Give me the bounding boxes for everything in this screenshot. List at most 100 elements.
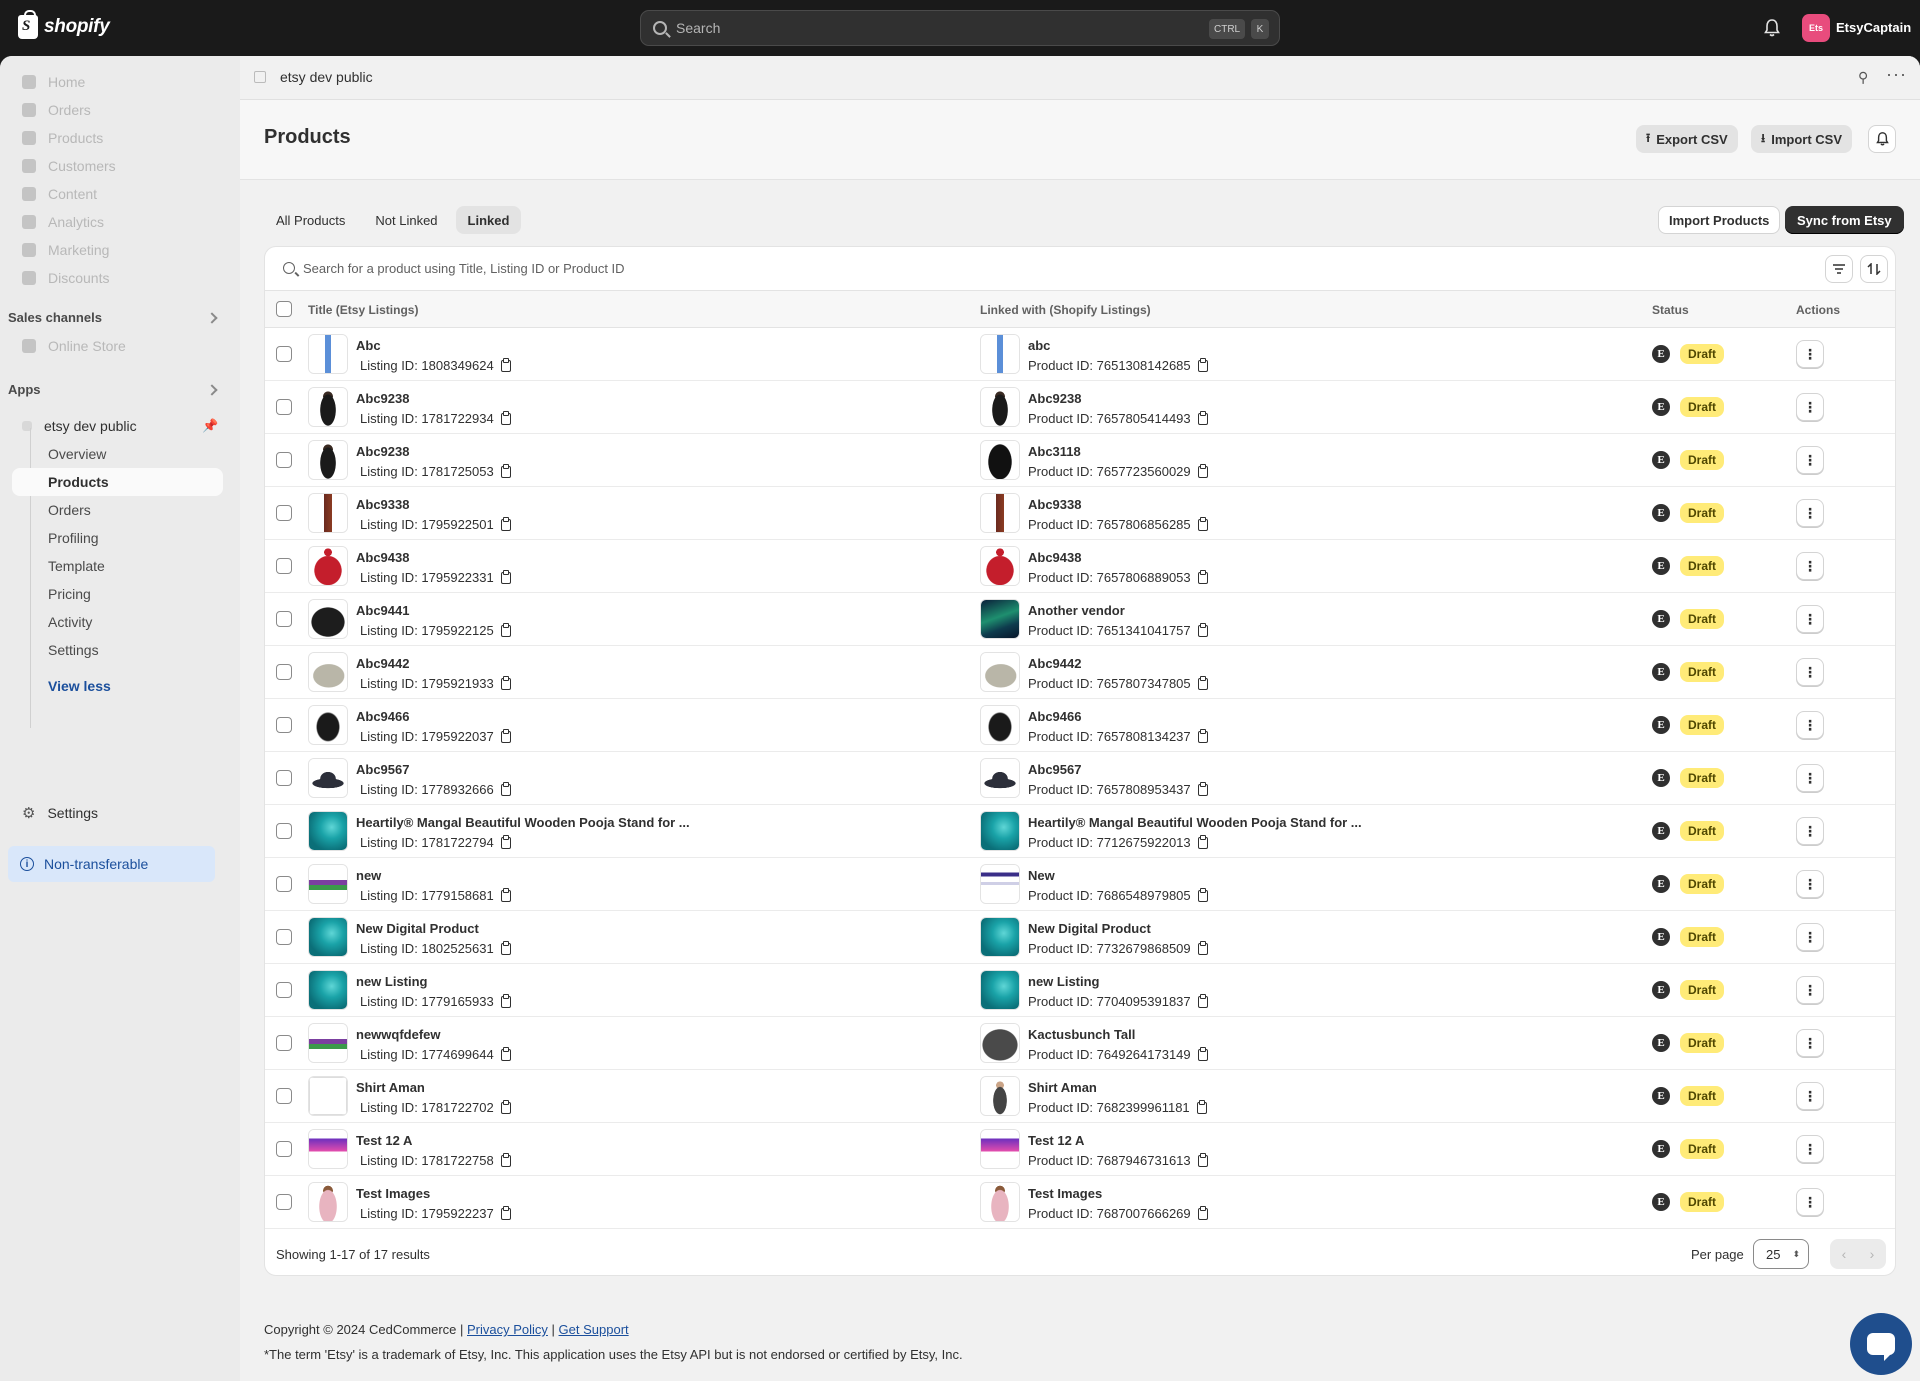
select-all-checkbox[interactable]	[276, 301, 292, 317]
copy-icon[interactable]	[500, 835, 511, 849]
copy-icon[interactable]	[500, 782, 511, 796]
shopify-product-title[interactable]: Abc9438	[1028, 550, 1081, 565]
copy-icon[interactable]	[500, 358, 511, 372]
copy-icon[interactable]	[500, 1047, 511, 1061]
etsy-listing-title[interactable]: Abc9567	[356, 762, 409, 777]
row-actions-button[interactable]: ⋮	[1796, 923, 1824, 951]
copy-icon[interactable]	[1197, 411, 1208, 425]
shopify-product-title[interactable]: Kactusbunch Tall	[1028, 1027, 1135, 1042]
notification-button[interactable]	[1868, 125, 1896, 153]
table-row[interactable]: Abc9438 Listing ID: 1795922331 Abc9438 P…	[265, 540, 1895, 593]
table-row[interactable]: Abc9442 Listing ID: 1795921933 Abc9442 P…	[265, 646, 1895, 699]
chevron-right-icon[interactable]	[206, 384, 218, 396]
shopify-product-title[interactable]: Abc3118	[1028, 444, 1081, 459]
copy-icon[interactable]	[1197, 623, 1208, 637]
sidebar-app-item-profiling[interactable]: Profiling	[48, 530, 99, 546]
row-checkbox[interactable]	[276, 1141, 292, 1157]
table-row[interactable]: new Listing Listing ID: 1779165933 new L…	[265, 964, 1895, 1017]
row-checkbox[interactable]	[276, 611, 292, 627]
tab-all-products[interactable]: All Products	[264, 206, 357, 234]
per-page-select[interactable]: 25 ⬍	[1753, 1239, 1809, 1269]
row-actions-button[interactable]: ⋮	[1796, 976, 1824, 1004]
table-search-input[interactable]: Search for a product using Title, Listin…	[303, 261, 625, 276]
row-actions-button[interactable]: ⋮	[1796, 817, 1824, 845]
pin-icon[interactable]: 📌	[202, 418, 218, 434]
shopify-product-title[interactable]: Heartily® Mangal Beautiful Wooden Pooja …	[1028, 815, 1362, 830]
table-row[interactable]: Abc9338 Listing ID: 1795922501 Abc9338 P…	[265, 487, 1895, 540]
etsy-listing-title[interactable]: Abc9238	[356, 444, 409, 459]
copy-icon[interactable]	[1197, 1153, 1208, 1167]
sidebar-app-item-pricing[interactable]: Pricing	[48, 586, 91, 602]
table-row[interactable]: new Listing ID: 1779158681 New Product I…	[265, 858, 1895, 911]
shopify-logo[interactable]: S shopify	[18, 10, 110, 39]
row-actions-button[interactable]: ⋮	[1796, 499, 1824, 527]
sales-channels-heading[interactable]: Sales channels	[8, 310, 102, 325]
etsy-listing-title[interactable]: new	[356, 868, 381, 883]
row-actions-button[interactable]: ⋮	[1796, 764, 1824, 792]
chat-button[interactable]	[1850, 1313, 1912, 1375]
etsy-listing-title[interactable]: Abc9438	[356, 550, 409, 565]
etsy-listing-title[interactable]: Abc9238	[356, 391, 409, 406]
column-header-title[interactable]: Title (Etsy Listings)	[308, 303, 418, 317]
table-row[interactable]: Abc9441 Listing ID: 1795922125 Another v…	[265, 593, 1895, 646]
copy-icon[interactable]	[500, 994, 511, 1008]
notifications-bell-icon[interactable]	[1764, 19, 1780, 37]
sidebar-item-products[interactable]: Products	[22, 130, 103, 146]
row-actions-button[interactable]: ⋮	[1796, 711, 1824, 739]
sidebar-app-item-orders[interactable]: Orders	[48, 502, 91, 518]
etsy-listing-title[interactable]: Heartily® Mangal Beautiful Wooden Pooja …	[356, 815, 690, 830]
row-checkbox[interactable]	[276, 876, 292, 892]
etsy-listing-title[interactable]: Abc9442	[356, 656, 409, 671]
copy-icon[interactable]	[500, 676, 511, 690]
row-checkbox[interactable]	[276, 558, 292, 574]
shopify-product-title[interactable]: Abc9442	[1028, 656, 1081, 671]
row-checkbox[interactable]	[276, 982, 292, 998]
store-avatar[interactable]: Ets	[1802, 14, 1830, 42]
pin-icon[interactable]: ⚲	[1858, 69, 1868, 86]
sidebar-item-customers[interactable]: Customers	[22, 158, 116, 174]
row-actions-button[interactable]: ⋮	[1796, 605, 1824, 633]
row-checkbox[interactable]	[276, 770, 292, 786]
copy-icon[interactable]	[500, 517, 511, 531]
shopify-product-title[interactable]: New Digital Product	[1028, 921, 1151, 936]
copy-icon[interactable]	[1197, 517, 1208, 531]
copy-icon[interactable]	[500, 729, 511, 743]
more-options-icon[interactable]: ···	[1886, 64, 1907, 85]
prev-page-icon[interactable]: ‹	[1842, 1246, 1847, 1262]
etsy-listing-title[interactable]: New Digital Product	[356, 921, 479, 936]
sort-button[interactable]	[1860, 255, 1888, 283]
row-checkbox[interactable]	[276, 1194, 292, 1210]
chevron-right-icon[interactable]	[206, 312, 218, 324]
tab-not-linked[interactable]: Not Linked	[363, 206, 449, 234]
row-checkbox[interactable]	[276, 929, 292, 945]
copy-icon[interactable]	[500, 888, 511, 902]
sidebar-item-home[interactable]: Home	[22, 74, 85, 90]
copy-icon[interactable]	[500, 941, 511, 955]
copy-icon[interactable]	[1197, 1047, 1208, 1061]
row-checkbox[interactable]	[276, 823, 292, 839]
etsy-listing-title[interactable]: Abc	[356, 338, 381, 353]
etsy-listing-title[interactable]: Abc9466	[356, 709, 409, 724]
copy-icon[interactable]	[1196, 1100, 1207, 1114]
copy-icon[interactable]	[1197, 782, 1208, 796]
row-checkbox[interactable]	[276, 399, 292, 415]
copy-icon[interactable]	[500, 1206, 511, 1220]
copy-icon[interactable]	[1197, 835, 1208, 849]
etsy-listing-title[interactable]: Abc9338	[356, 497, 409, 512]
row-actions-button[interactable]: ⋮	[1796, 658, 1824, 686]
table-row[interactable]: Abc9238 Listing ID: 1781722934 Abc9238 P…	[265, 381, 1895, 434]
row-checkbox[interactable]	[276, 452, 292, 468]
sidebar-item-content[interactable]: Content	[22, 186, 97, 202]
sidebar-app-item-template[interactable]: Template	[48, 558, 105, 574]
shopify-product-title[interactable]: Shirt Aman	[1028, 1080, 1097, 1095]
shopify-product-title[interactable]: new Listing	[1028, 974, 1100, 989]
copy-icon[interactable]	[1197, 941, 1208, 955]
row-checkbox[interactable]	[276, 1035, 292, 1051]
sidebar-item-marketing[interactable]: Marketing	[22, 242, 109, 258]
row-checkbox[interactable]	[276, 1088, 292, 1104]
filter-button[interactable]	[1825, 255, 1853, 283]
sidebar-item-discounts[interactable]: Discounts	[22, 270, 109, 286]
etsy-listing-title[interactable]: Test 12 A	[356, 1133, 412, 1148]
table-row[interactable]: Abc Listing ID: 1808349624 abc Product I…	[265, 328, 1895, 381]
sidebar-item-analytics[interactable]: Analytics	[22, 214, 104, 230]
